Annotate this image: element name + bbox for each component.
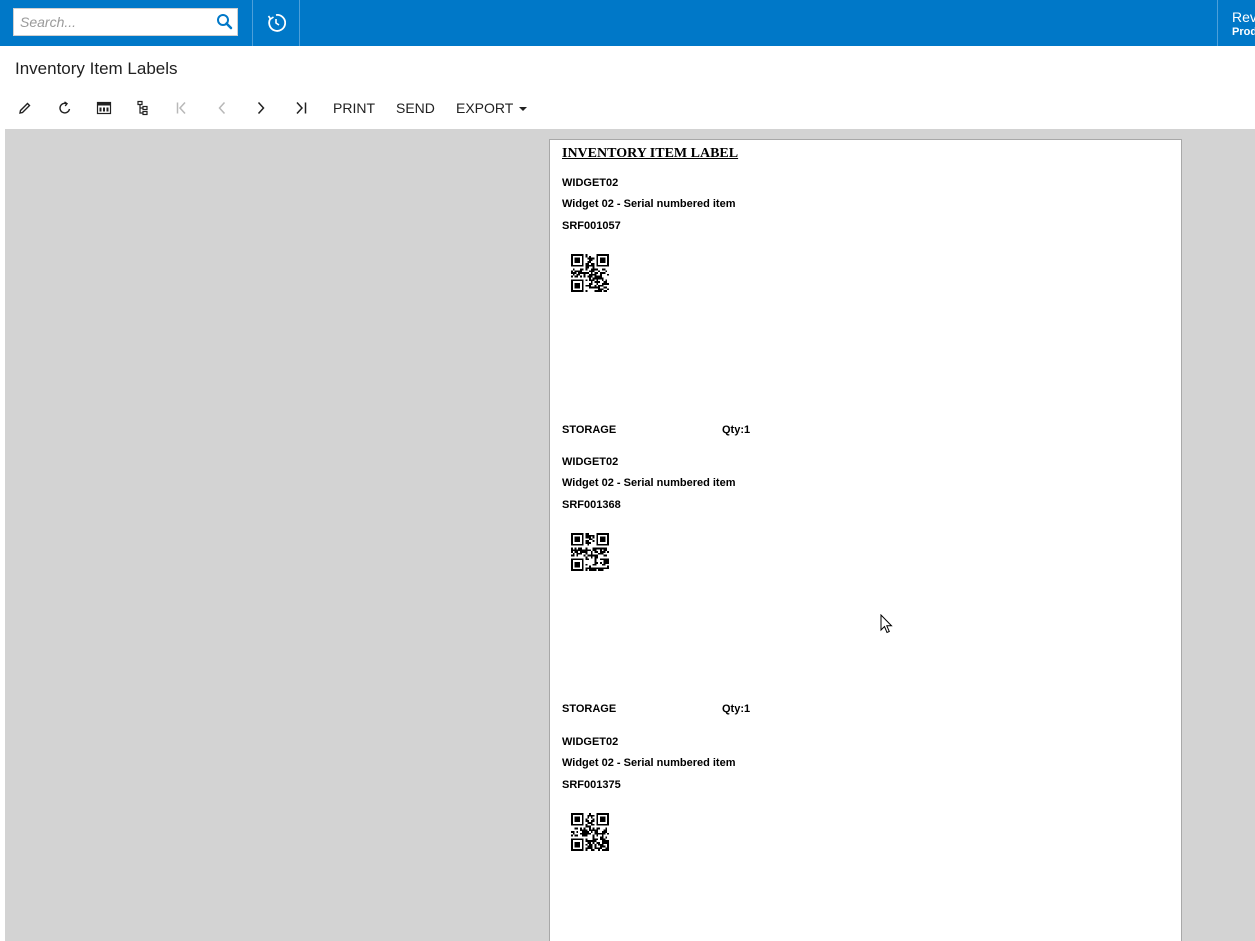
page-title: Inventory Item Labels xyxy=(15,59,178,78)
label-block: WIDGET02 Widget 02 - Serial numbered ite… xyxy=(550,419,1183,715)
serial-number: SRF001057 xyxy=(562,220,621,232)
qr-code-icon xyxy=(571,533,609,571)
next-page-icon xyxy=(257,101,265,115)
item-description: Widget 02 - Serial numbered item xyxy=(562,477,736,489)
send-button[interactable]: SEND xyxy=(396,98,435,118)
item-id: WIDGET02 xyxy=(562,177,619,189)
tree-icon xyxy=(137,100,148,116)
last-page-button[interactable] xyxy=(290,97,312,119)
first-page-icon xyxy=(176,101,186,115)
item-id: WIDGET02 xyxy=(562,456,619,468)
export-label: EXPORT xyxy=(456,100,514,116)
item-description: Widget 02 - Serial numbered item xyxy=(562,757,736,769)
top-bar: Rev Prod xyxy=(0,0,1255,46)
serial-number: SRF001368 xyxy=(562,499,621,511)
branch-name: Prod xyxy=(1232,26,1255,38)
edit-icon xyxy=(19,102,31,114)
history-icon xyxy=(267,14,286,32)
next-page-button[interactable] xyxy=(250,97,272,119)
history-button[interactable] xyxy=(253,0,299,46)
edit-button[interactable] xyxy=(14,97,36,119)
report-viewer[interactable]: INVENTORY ITEM LABEL WIDGET02 Widget 02 … xyxy=(5,129,1255,941)
item-id: WIDGET02 xyxy=(562,736,619,748)
qr-code-icon xyxy=(571,813,609,851)
chevron-down-icon xyxy=(519,107,528,112)
refresh-button[interactable] xyxy=(54,97,76,119)
mouse-cursor-icon xyxy=(880,614,893,634)
pdf-icon xyxy=(96,101,112,115)
previous-page-button[interactable] xyxy=(211,97,233,119)
previous-page-icon xyxy=(218,101,226,115)
qr-code-icon xyxy=(571,254,609,292)
pdf-button[interactable] xyxy=(93,97,115,119)
refresh-icon xyxy=(59,101,71,114)
first-page-button[interactable] xyxy=(171,97,193,119)
topbar-divider xyxy=(299,0,300,46)
print-button[interactable]: PRINT xyxy=(333,98,375,118)
company-branch-selector[interactable]: Rev Prod xyxy=(1219,0,1255,46)
company-name: Rev xyxy=(1232,9,1255,25)
search-box[interactable] xyxy=(13,8,238,36)
report-page: INVENTORY ITEM LABEL WIDGET02 Widget 02 … xyxy=(549,139,1182,941)
last-page-icon xyxy=(296,101,307,115)
serial-number: SRF001375 xyxy=(562,779,621,791)
topbar-divider xyxy=(1217,0,1218,46)
label-block: WIDGET02 Widget 02 - Serial numbered ite… xyxy=(550,140,1183,436)
label-block: WIDGET02 Widget 02 - Serial numbered ite… xyxy=(550,699,1183,941)
search-input[interactable] xyxy=(14,9,215,35)
export-button[interactable]: EXPORT xyxy=(456,98,528,118)
document-map-button[interactable] xyxy=(132,97,154,119)
search-icon[interactable] xyxy=(215,12,235,32)
item-description: Widget 02 - Serial numbered item xyxy=(562,198,736,210)
